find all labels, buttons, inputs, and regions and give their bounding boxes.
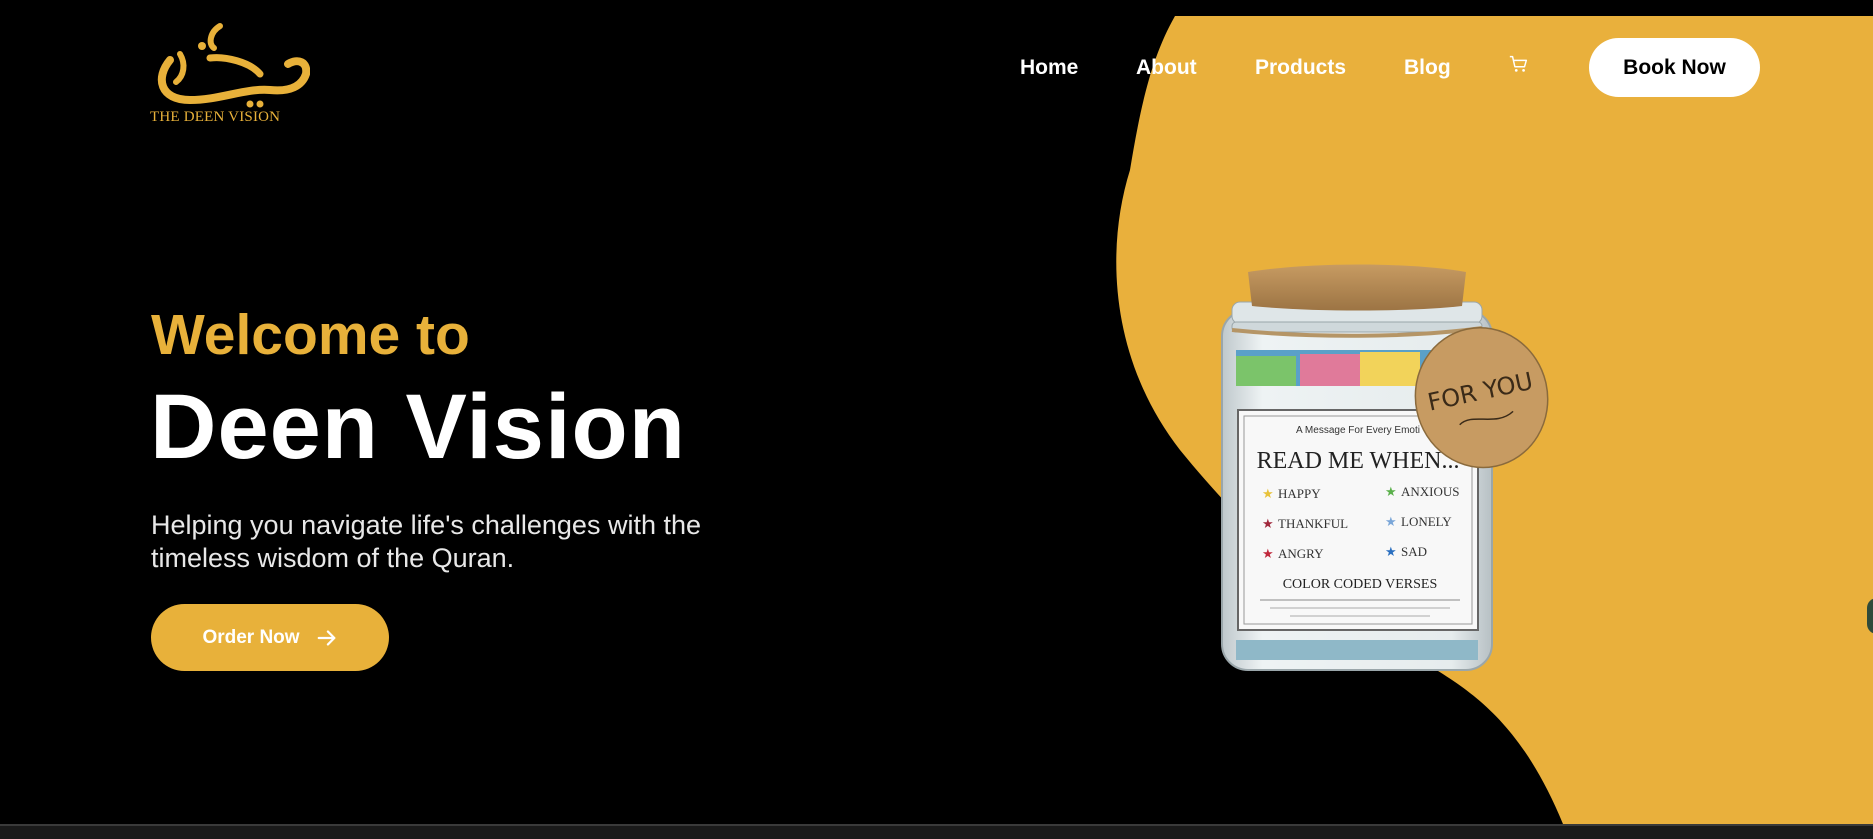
shopping-cart-icon[interactable] [1508, 53, 1530, 75]
jar-subtitle: A Message For Every Emoti [1296, 425, 1420, 436]
nav-products[interactable]: Products [1255, 56, 1346, 80]
jar-emotion-label: HAPPY [1278, 486, 1321, 501]
nav-home[interactable]: Home [1020, 56, 1078, 80]
order-now-label: Order Now [202, 626, 300, 648]
arrow-right-icon [317, 629, 335, 646]
jar-emotion: ★ [1385, 484, 1397, 499]
jar-footer: COLOR CODED VERSES [1283, 577, 1438, 592]
jar-emotion-label: ANGRY [1278, 546, 1324, 561]
jar-emotion-label: LONELY [1401, 514, 1452, 529]
jar-heading: READ ME WHEN... [1257, 448, 1460, 474]
logo[interactable]: THE DEEN VISION [150, 18, 311, 130]
jar-emotion-label: SAD [1401, 544, 1427, 559]
hero-tagline: Helping you navigate life's challenges w… [151, 510, 701, 573]
hero-title: Deen Vision [150, 376, 686, 478]
jar-emotion: ★ [1385, 514, 1397, 529]
nav-blog[interactable]: Blog [1404, 56, 1451, 80]
hero-welcome: Welcome to [151, 303, 470, 367]
jar-emotion: ★ [1262, 486, 1274, 501]
jar-emotion: ★ [1385, 544, 1397, 559]
product-jar-image: A Message For Every Emoti READ ME WHEN..… [1221, 264, 1549, 671]
jar-emotion: ★ [1262, 546, 1274, 561]
jar-emotion-label: ANXIOUS [1401, 484, 1460, 499]
nav-about[interactable]: About [1136, 56, 1197, 80]
order-now-button[interactable]: Order Now [151, 604, 389, 671]
logo-mark [157, 23, 311, 108]
jar-emotion-label: THANKFUL [1278, 516, 1348, 531]
jar-emotion: ★ [1262, 516, 1274, 531]
scroll-indicator[interactable] [1867, 598, 1873, 634]
logo-text: THE DEEN VISION [150, 109, 281, 125]
book-now-button[interactable]: Book Now [1589, 38, 1760, 97]
